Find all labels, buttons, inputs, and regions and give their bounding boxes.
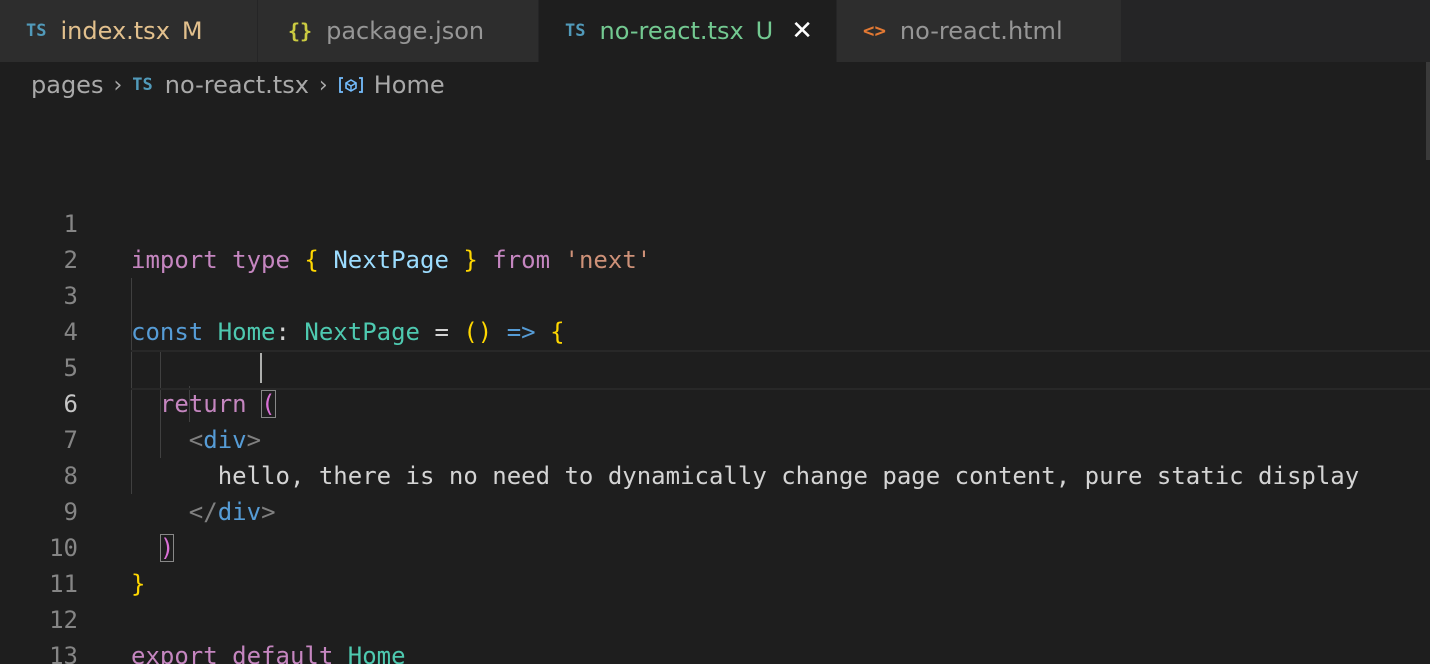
chevron-right-icon: ›: [113, 72, 123, 98]
breadcrumb-folder[interactable]: pages: [31, 71, 103, 99]
code-line: 2: [0, 206, 1430, 274]
modified-badge: M: [181, 17, 203, 45]
text-cursor: [260, 353, 262, 383]
breadcrumb-file[interactable]: no-react.tsx: [165, 71, 309, 99]
typescript-icon: TS: [565, 21, 586, 41]
tab-label: no-react.tsx: [599, 17, 744, 45]
code-line: 3 const Home: NextPage = () => {: [0, 242, 1430, 346]
code-line: 11: [0, 530, 1430, 598]
tab-no-react-html[interactable]: <> no-react.html: [837, 0, 1122, 62]
tab-label: no-react.html: [899, 17, 1063, 45]
chevron-right-icon: ›: [318, 72, 328, 98]
tab-bar-empty-area: [1122, 0, 1430, 62]
code-editor[interactable]: 1 import type { NextPage } from 'next' 2…: [0, 170, 1430, 664]
code-line: 5 return (: [0, 314, 1430, 418]
code-line-current: 6 <div>: [0, 350, 1430, 454]
breadcrumb: pages › TS no-react.tsx › Home: [31, 62, 445, 108]
symbol-variable-icon: [338, 77, 363, 93]
tab-bar: TS index.tsx M {} package.json TS no-rea…: [0, 0, 1430, 62]
line-number: 13: [49, 642, 78, 664]
tab-label: index.tsx: [60, 17, 170, 45]
json-icon: {}: [288, 19, 313, 43]
scrollbar[interactable]: [1426, 62, 1430, 160]
code-text: export default Home: [131, 642, 406, 664]
code-line: 8 </div>: [0, 422, 1430, 526]
typescript-icon: TS: [26, 21, 47, 41]
code-line: 12 export default Home: [0, 566, 1430, 664]
code-line: 13: [0, 602, 1430, 664]
code-line: 7 hello, there is no need to dynamically…: [0, 386, 1430, 490]
tab-index-tsx[interactable]: TS index.tsx M: [0, 0, 258, 62]
breadcrumb-symbol[interactable]: Home: [374, 71, 445, 99]
tab-package-json[interactable]: {} package.json: [258, 0, 539, 62]
code-line: 4: [0, 278, 1430, 346]
untracked-badge: U: [755, 17, 774, 45]
code-line: 9 ): [0, 458, 1430, 562]
code-line: 10 }: [0, 494, 1430, 598]
typescript-icon: TS: [132, 75, 153, 95]
tab-no-react-tsx[interactable]: TS no-react.tsx U ✕: [539, 0, 837, 62]
html-icon: <>: [863, 20, 886, 42]
code-line: 1 import type { NextPage } from 'next': [0, 170, 1430, 274]
close-icon[interactable]: ✕: [791, 18, 813, 44]
tab-label: package.json: [326, 17, 485, 45]
